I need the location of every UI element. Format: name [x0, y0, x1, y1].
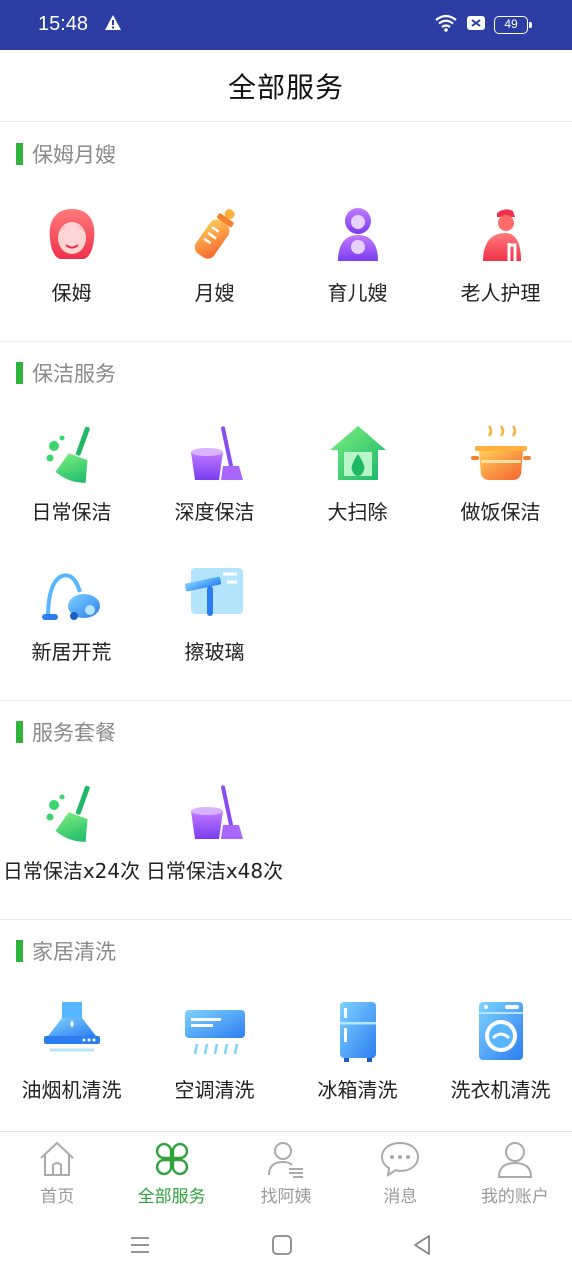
- service-item-air-conditioner[interactable]: 空调清洗: [143, 982, 286, 1122]
- bucket-mop-icon: [190, 785, 243, 839]
- window-squeegee-icon: [184, 568, 243, 616]
- package-item-daily-48[interactable]: 日常保洁x48次: [143, 763, 286, 903]
- service-label: 油烟机清洗: [21, 1078, 122, 1102]
- status-bar: 15:48 49: [0, 0, 572, 50]
- status-time: 15:48: [38, 13, 89, 35]
- section-accent-bar: [16, 143, 23, 165]
- elderly-care-icon: [482, 209, 521, 261]
- service-label: 育儿嫂: [327, 281, 388, 305]
- service-label: 日常保洁x48次: [145, 859, 284, 883]
- system-nav-bar: [0, 1215, 572, 1280]
- service-item-window-cleaning[interactable]: 擦玻璃: [143, 544, 286, 684]
- service-label: 做饭保洁: [460, 500, 541, 524]
- page-title: 全部服务: [227, 70, 344, 104]
- section-packages: 服务套餐 日常保洁x24次 日常保洁x48次: [0, 701, 572, 920]
- section-title: 服务套餐: [32, 721, 116, 745]
- service-label: 擦玻璃: [184, 640, 245, 664]
- tab-home[interactable]: 首页: [0, 1132, 114, 1215]
- home-square-icon[interactable]: [270, 1233, 294, 1257]
- tab-label: 首页: [40, 1187, 75, 1207]
- service-item-daily-cleaning[interactable]: 日常保洁: [0, 404, 143, 544]
- range-hood-icon: [43, 1002, 100, 1052]
- service-label: 日常保洁: [31, 500, 112, 524]
- broom-icon: [46, 785, 90, 842]
- bucket-mop-icon: [190, 426, 243, 480]
- service-item-big-cleaning[interactable]: 大扫除: [286, 404, 429, 544]
- section-header: 保洁服务: [0, 342, 572, 404]
- section-header: 服务套餐: [0, 701, 572, 763]
- warning-icon: [104, 14, 122, 35]
- service-label: 冰箱清洗: [317, 1078, 398, 1102]
- sim-off-icon: [466, 14, 486, 36]
- clover-icon: [155, 1142, 188, 1176]
- section-cleaning: 保洁服务 日常保洁 深度保洁 大扫除 做饭保洁 新居开荒 擦玻璃: [0, 342, 572, 701]
- find-person-icon: [268, 1142, 304, 1178]
- tab-label: 消息: [383, 1187, 418, 1207]
- service-item-new-home-cleaning[interactable]: 新居开荒: [0, 544, 143, 684]
- service-label: 洗衣机清洗: [450, 1078, 551, 1102]
- service-item-deep-cleaning[interactable]: 深度保洁: [143, 404, 286, 544]
- bottom-tab-bar: 首页 全部服务 找阿姨 消息 我的账户: [0, 1131, 572, 1215]
- service-label: 老人护理: [460, 281, 541, 305]
- baby-bottle-icon: [194, 209, 235, 259]
- chat-bubble-icon: [381, 1141, 420, 1177]
- broom-icon: [46, 426, 90, 483]
- battery-indicator: 49: [494, 16, 532, 34]
- service-item-fridge[interactable]: 冰箱清洗: [286, 982, 429, 1122]
- wifi-icon: [434, 14, 458, 36]
- service-item-elderly-care[interactable]: 老人护理: [429, 185, 572, 325]
- home-icon: [40, 1141, 74, 1176]
- service-label: 保姆: [51, 281, 92, 305]
- service-item-maternity-nurse[interactable]: 月嫂: [143, 185, 286, 325]
- page-header: 全部服务: [0, 50, 572, 122]
- tab-label: 全部服务: [137, 1187, 206, 1207]
- section-appliance-cleaning: 家居清洗 油烟机清洗 空调清洗 冰箱清洗 洗衣机清洗: [0, 920, 572, 1131]
- section-accent-bar: [16, 721, 23, 743]
- washing-machine-icon: [478, 1002, 523, 1060]
- service-label: 新居开荒: [31, 640, 112, 664]
- account-icon: [497, 1142, 532, 1178]
- tab-messages[interactable]: 消息: [343, 1132, 457, 1215]
- tab-label: 我的账户: [480, 1187, 549, 1207]
- section-nanny: 保姆月嫂 保姆 月嫂 育儿嫂 老人护理: [0, 123, 572, 342]
- back-triangle-icon[interactable]: [410, 1233, 434, 1257]
- vacuum-icon: [41, 573, 100, 620]
- service-label: 月嫂: [194, 281, 235, 305]
- service-item-childcare[interactable]: 育儿嫂: [286, 185, 429, 325]
- service-label: 深度保洁: [174, 500, 255, 524]
- childcare-icon: [337, 208, 378, 261]
- section-title: 保姆月嫂: [32, 143, 116, 167]
- service-item-nanny[interactable]: 保姆: [0, 185, 143, 325]
- service-label: 大扫除: [327, 500, 388, 524]
- tab-find-nanny[interactable]: 找阿姨: [229, 1132, 343, 1215]
- section-accent-bar: [16, 362, 23, 384]
- service-item-washing-machine[interactable]: 洗衣机清洗: [429, 982, 572, 1122]
- section-title: 家居清洗: [32, 940, 116, 964]
- air-conditioner-icon: [184, 1010, 245, 1055]
- section-header: 保姆月嫂: [0, 123, 572, 185]
- menu-icon[interactable]: [128, 1233, 152, 1257]
- tab-label: 找阿姨: [260, 1187, 312, 1207]
- service-item-cooking-cleaning[interactable]: 做饭保洁: [429, 404, 572, 544]
- service-item-range-hood[interactable]: 油烟机清洗: [0, 982, 143, 1122]
- tab-my-account[interactable]: 我的账户: [458, 1132, 572, 1215]
- services-content[interactable]: 保姆月嫂 保姆 月嫂 育儿嫂 老人护理 保洁服务 日常保洁 深度保洁 大扫除 做…: [0, 123, 572, 1131]
- house-drop-icon: [329, 426, 386, 480]
- tab-all-services[interactable]: 全部服务: [114, 1132, 228, 1215]
- status-indicators: 49: [434, 14, 532, 36]
- service-label: 日常保洁x24次: [2, 859, 141, 883]
- nanny-icon: [49, 209, 94, 259]
- service-label: 空调清洗: [174, 1078, 255, 1102]
- section-accent-bar: [16, 940, 23, 962]
- fridge-icon: [339, 1002, 376, 1062]
- section-header: 家居清洗: [0, 920, 572, 982]
- cooking-pot-icon: [470, 425, 531, 480]
- package-item-daily-24[interactable]: 日常保洁x24次: [0, 763, 143, 903]
- section-title: 保洁服务: [32, 362, 116, 386]
